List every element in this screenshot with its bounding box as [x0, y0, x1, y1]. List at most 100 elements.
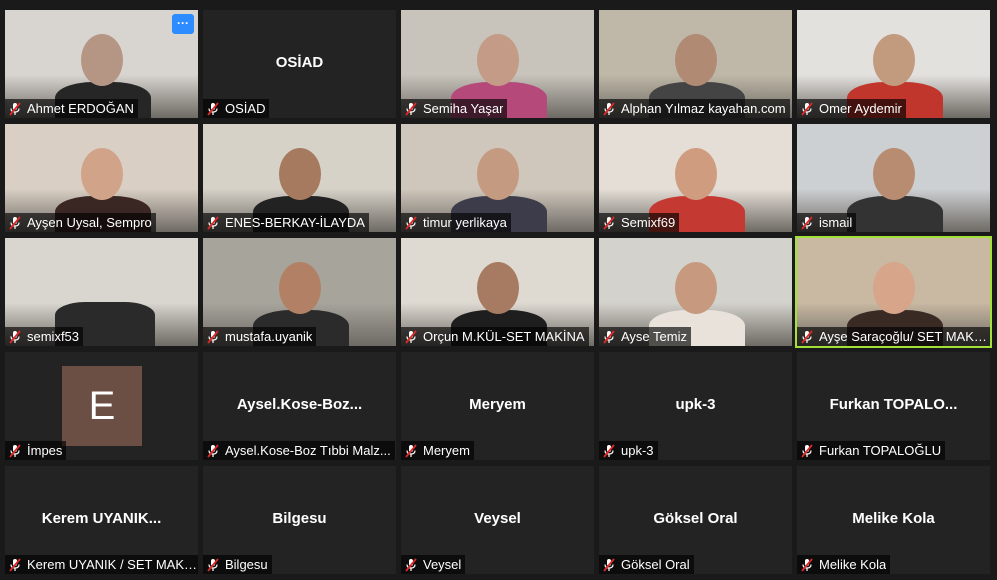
participant-name: Furkan TOPALOĞLU — [819, 443, 942, 458]
muted-microphone-icon — [205, 329, 221, 344]
participant-name-label: mustafa.uyanik — [203, 327, 317, 346]
participant-name: Melike Kola — [819, 557, 887, 572]
muted-microphone-icon — [403, 215, 419, 230]
participant-name: OSİAD — [225, 101, 266, 116]
participant-name: Omer Aydemir — [819, 101, 902, 116]
muted-microphone-icon — [799, 557, 815, 572]
muted-microphone-icon — [205, 101, 221, 116]
participant-tile[interactable]: mustafa.uyanik — [203, 238, 396, 346]
participant-tile[interactable]: timur yerlikaya — [401, 124, 594, 232]
muted-microphone-icon — [601, 101, 617, 116]
muted-microphone-icon — [7, 101, 23, 116]
muted-microphone-icon — [205, 215, 221, 230]
participant-tile[interactable]: OSİAD OSİAD — [203, 10, 396, 118]
participant-name: Semiha Yaşar — [423, 101, 504, 116]
participant-tile[interactable]: Semiha Yaşar — [401, 10, 594, 118]
participant-name: Ahmet ERDOĞAN — [27, 101, 134, 116]
participant-tile[interactable]: Meryem Meryem — [401, 352, 594, 460]
muted-microphone-icon — [601, 215, 617, 230]
participant-name-label: upk-3 — [599, 441, 658, 460]
muted-microphone-icon — [799, 329, 815, 344]
participant-tile[interactable]: Göksel Oral Göksel Oral — [599, 466, 792, 574]
participant-name-label: OSİAD — [203, 99, 270, 118]
participant-name-label: Melike Kola — [797, 555, 891, 574]
participant-tile[interactable]: Orçun M.KÜL-SET MAKİNA — [401, 238, 594, 346]
participant-name-label: Ahmet ERDOĞAN — [5, 99, 138, 118]
participant-name-label: İmpes — [5, 441, 67, 460]
participant-name-label: semixf53 — [5, 327, 84, 346]
avatar: E — [62, 366, 142, 446]
participant-name-label: Alphan Yılmaz kayahan.com — [599, 99, 790, 118]
muted-microphone-icon — [7, 215, 23, 230]
participant-tile[interactable]: upk-3 upk-3 — [599, 352, 792, 460]
participant-name: Aysel.Kose-Boz Tıbbi Malz... — [225, 443, 391, 458]
participant-tile[interactable]: Aysel.Kose-Boz... Aysel.Kose-Boz Tıbbi Ma… — [203, 352, 396, 460]
participant-name: upk-3 — [621, 443, 654, 458]
muted-microphone-icon — [205, 443, 221, 458]
participant-name: Bilgesu — [225, 557, 268, 572]
muted-microphone-icon — [799, 215, 815, 230]
participant-name: Veysel — [423, 557, 462, 572]
participant-tile[interactable]: Ayşe Saraçoğlu/ SET MAKINA — [795, 236, 992, 348]
participant-name: ismail — [819, 215, 853, 230]
participant-name-label: ismail — [797, 213, 857, 232]
participant-name-label: Semixf69 — [599, 213, 680, 232]
participant-tile[interactable]: Ayşen Uysal, Sempro — [5, 124, 198, 232]
participant-name: Meryem — [423, 443, 470, 458]
muted-microphone-icon — [403, 329, 419, 344]
participant-name-label: Veysel — [401, 555, 466, 574]
participant-display-name: Meryem — [469, 396, 526, 414]
participant-tile[interactable]: Furkan TOPALO... Furkan TOPALOĞLU — [797, 352, 990, 460]
gallery-view: ··· Ahmet ERDOĞAN OSİAD OSİAD Semiha Yaşar Al… — [5, 10, 992, 574]
participant-tile[interactable]: Semixf69 — [599, 124, 792, 232]
participant-display-name: OSİAD — [275, 54, 324, 72]
more-options-button[interactable]: ··· — [172, 14, 194, 34]
participant-display-name: Melike Kola — [852, 510, 935, 528]
participant-tile[interactable]: Ayse Temiz — [599, 238, 792, 346]
muted-microphone-icon — [403, 101, 419, 116]
participant-name: Ayşe Saraçoğlu/ SET MAKINA — [819, 329, 990, 344]
participant-tile[interactable]: ··· Ahmet ERDOĞAN — [5, 10, 198, 118]
participant-name: Alphan Yılmaz kayahan.com — [621, 101, 786, 116]
participant-name: Orçun M.KÜL-SET MAKİNA — [423, 329, 585, 344]
participant-name-label: Furkan TOPALOĞLU — [797, 441, 946, 460]
participant-tile[interactable]: Alphan Yılmaz kayahan.com — [599, 10, 792, 118]
participant-tile[interactable]: ENES-BERKAY-İLAYDA — [203, 124, 396, 232]
participant-tile[interactable]: Melike Kola Melike Kola — [797, 466, 990, 574]
participant-display-name: upk-3 — [675, 396, 716, 414]
muted-microphone-icon — [601, 329, 617, 344]
participant-name-label: Aysel.Kose-Boz Tıbbi Malz... — [203, 441, 395, 460]
muted-microphone-icon — [799, 101, 815, 116]
muted-microphone-icon — [601, 443, 617, 458]
participant-name-label: timur yerlikaya — [401, 213, 511, 232]
participant-name-label: Ayşen Uysal, Sempro — [5, 213, 156, 232]
participant-tile[interactable]: Veysel Veysel — [401, 466, 594, 574]
participant-name: Ayşen Uysal, Sempro — [27, 215, 152, 230]
participant-display-name: Kerem UYANIK... — [41, 510, 162, 528]
participant-name: Ayse Temiz — [621, 329, 687, 344]
participant-name: ENES-BERKAY-İLAYDA — [225, 215, 365, 230]
participant-display-name: Göksel Oral — [653, 510, 738, 528]
participant-tile[interactable]: Omer Aydemir — [797, 10, 990, 118]
participant-name-label: ENES-BERKAY-İLAYDA — [203, 213, 369, 232]
muted-microphone-icon — [601, 557, 617, 572]
participant-display-name: Furkan TOPALO... — [829, 396, 958, 414]
muted-microphone-icon — [7, 443, 23, 458]
participant-tile[interactable]: ismail — [797, 124, 990, 232]
participant-name: timur yerlikaya — [423, 215, 507, 230]
participant-name: mustafa.uyanik — [225, 329, 313, 344]
muted-microphone-icon — [403, 557, 419, 572]
participant-name: Kerem UYANIK / SET MAKİ... — [27, 557, 198, 572]
participant-name-label: Omer Aydemir — [797, 99, 906, 118]
participant-name: Semixf69 — [621, 215, 676, 230]
participant-tile[interactable]: E İmpes — [5, 352, 198, 460]
participant-tile[interactable]: Kerem UYANIK... Kerem UYANIK / SET MAKİ..… — [5, 466, 198, 574]
participant-name-label: Ayşe Saraçoğlu/ SET MAKINA — [797, 327, 990, 346]
participant-tile[interactable]: Bilgesu Bilgesu — [203, 466, 396, 574]
participant-name-label: Göksel Oral — [599, 555, 694, 574]
muted-microphone-icon — [799, 443, 815, 458]
participant-name: Göksel Oral — [621, 557, 690, 572]
participant-display-name: Bilgesu — [272, 510, 327, 528]
participant-tile[interactable]: semixf53 — [5, 238, 198, 346]
muted-microphone-icon — [7, 329, 23, 344]
